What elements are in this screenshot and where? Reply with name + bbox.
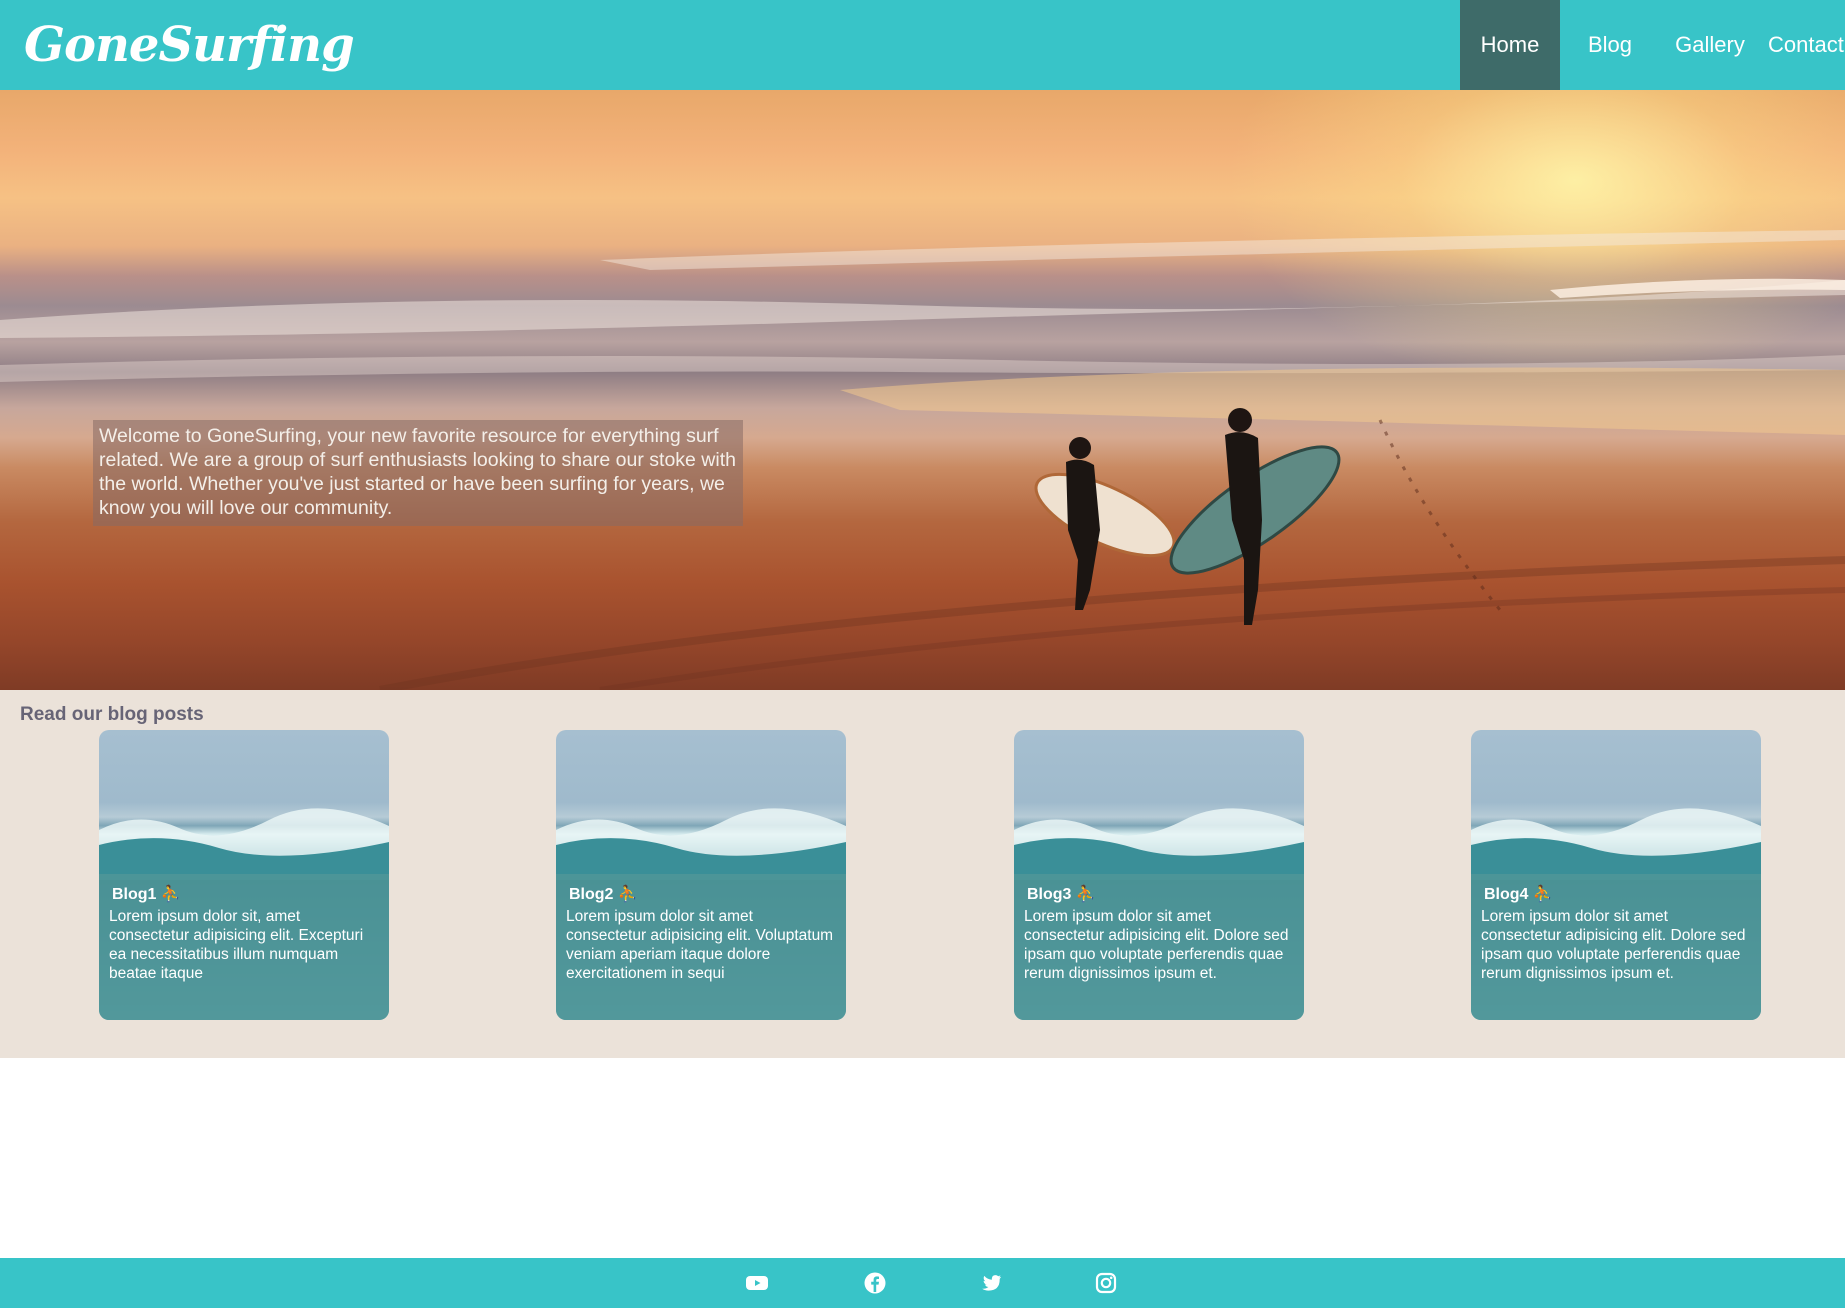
hero-banner: Welcome to GoneSurfing, your new favorit…	[0, 90, 1845, 690]
surfer-icon: ⛹	[1071, 886, 1096, 903]
surfer-icon: ⛹	[156, 886, 181, 903]
wave-image	[99, 808, 389, 880]
surfer-icon: ⛹	[613, 886, 638, 903]
section-title: Read our blog posts	[20, 704, 204, 725]
blog-card-title: Blog2 ⛹	[569, 886, 638, 903]
surfer-icon: ⛹	[1528, 886, 1553, 903]
site-footer	[0, 1258, 1845, 1308]
wave-image	[556, 808, 846, 880]
hero-beach-photo	[0, 230, 1845, 690]
site-logo[interactable]: GoneSurfing	[24, 14, 355, 76]
wave-image	[1014, 808, 1304, 880]
blog-card-1[interactable]: Blog1 ⛹ Lorem ipsum dolor sit, amet cons…	[99, 730, 389, 1020]
twitter-icon[interactable]	[979, 1271, 1003, 1295]
blog-card-body: Lorem ipsum dolor sit amet consectetur a…	[566, 908, 834, 982]
blog-card-title: Blog3 ⛹	[1027, 886, 1096, 903]
hero-intro-text: Welcome to GoneSurfing, your new favorit…	[99, 425, 736, 519]
surfer-left	[1034, 437, 1176, 610]
blog-card-overlay: Blog1 ⛹ Lorem ipsum dolor sit, amet cons…	[99, 874, 389, 1020]
site-header: GoneSurfing Home Blog Gallery Contact	[0, 0, 1845, 90]
instagram-icon[interactable]	[1094, 1271, 1118, 1295]
blog-card-body: Lorem ipsum dolor sit amet consectetur a…	[1481, 908, 1746, 982]
blog-card-title: Blog4 ⛹	[1484, 886, 1553, 903]
blog-card-body: Lorem ipsum dolor sit amet consectetur a…	[1024, 908, 1289, 982]
blog-card-overlay: Blog3 ⛹ Lorem ipsum dolor sit amet conse…	[1014, 874, 1304, 1020]
wave-image	[1471, 808, 1761, 880]
facebook-icon[interactable]	[863, 1271, 887, 1295]
blog-card-body: Lorem ipsum dolor sit, amet consectetur …	[109, 908, 364, 982]
youtube-icon[interactable]	[745, 1271, 769, 1295]
blog-card-4[interactable]: Blog4 ⛹ Lorem ipsum dolor sit amet conse…	[1471, 730, 1761, 1020]
main-nav: Home Blog Gallery Contact	[1460, 0, 1845, 90]
blog-section: Read our blog posts Blog1 ⛹ Lorem ipsum …	[0, 690, 1845, 1058]
nav-item-blog[interactable]: Blog	[1560, 0, 1660, 90]
blog-card-2[interactable]: Blog2 ⛹ Lorem ipsum dolor sit amet conse…	[556, 730, 846, 1020]
nav-item-gallery[interactable]: Gallery	[1660, 0, 1760, 90]
blog-card-3[interactable]: Blog3 ⛹ Lorem ipsum dolor sit amet conse…	[1014, 730, 1304, 1020]
nav-item-contact[interactable]: Contact	[1760, 0, 1845, 90]
blog-card-overlay: Blog2 ⛹ Lorem ipsum dolor sit amet conse…	[556, 874, 846, 1020]
blog-card-title: Blog1 ⛹	[112, 886, 181, 903]
hero-intro-box: Welcome to GoneSurfing, your new favorit…	[93, 420, 743, 526]
blog-card-overlay: Blog4 ⛹ Lorem ipsum dolor sit amet conse…	[1471, 874, 1761, 1020]
nav-item-home[interactable]: Home	[1460, 0, 1560, 90]
